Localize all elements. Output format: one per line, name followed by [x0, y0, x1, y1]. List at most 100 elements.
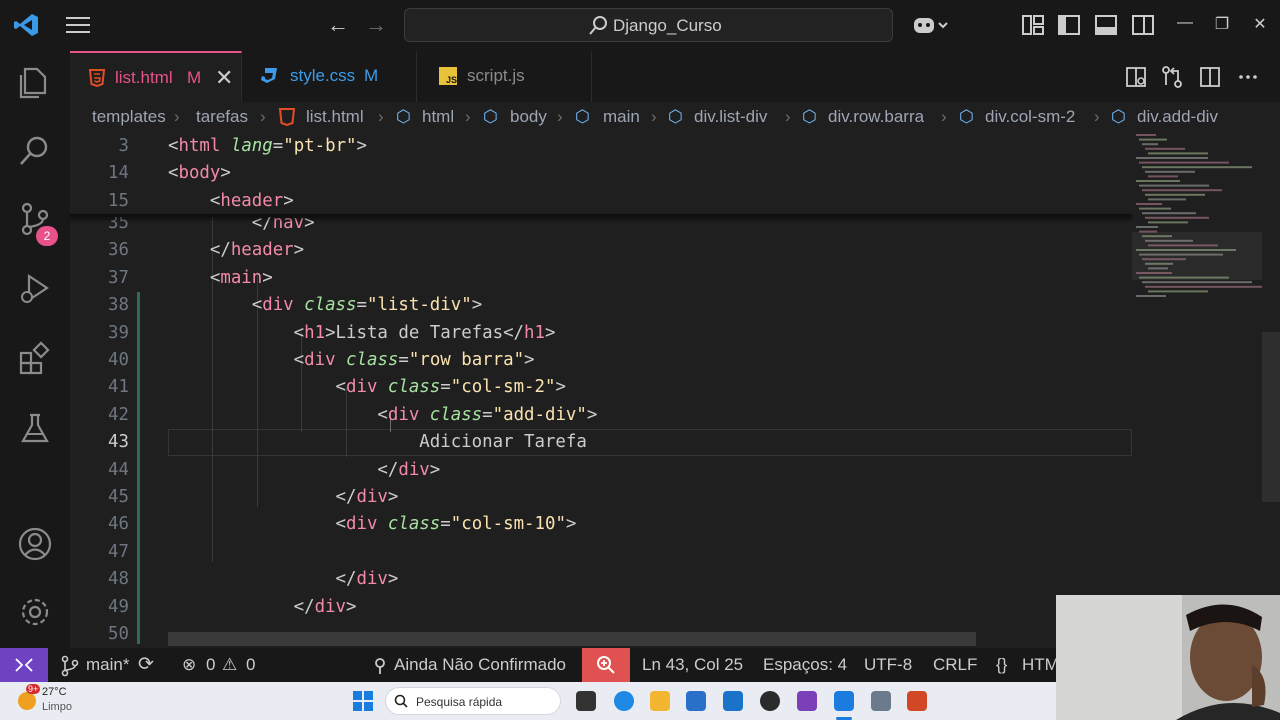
code-line[interactable]: 47: [70, 539, 1132, 566]
code-token: >Lista de Tarefas</: [325, 322, 525, 343]
code-line[interactable]: 36 </header>: [70, 237, 1132, 264]
extensions-icon[interactable]: [17, 341, 53, 377]
task-view-icon[interactable]: [576, 691, 596, 711]
minimap-line: [1139, 230, 1157, 233]
forward-button[interactable]: →: [364, 14, 388, 38]
github-desktop-icon[interactable]: [797, 691, 817, 711]
minimap-line: [1142, 212, 1196, 215]
line-number: 37: [108, 267, 129, 288]
powerpoint-icon[interactable]: [907, 691, 927, 711]
breadcrumb-item[interactable]: div.col-sm-2: [985, 107, 1075, 127]
zoom-indicator[interactable]: [582, 648, 630, 682]
edge-icon[interactable]: [614, 691, 634, 711]
close-tab-icon[interactable]: ✕: [215, 65, 233, 91]
breadcrumb-item[interactable]: html: [422, 107, 454, 127]
commit-status[interactable]: Ainda Não Confirmado: [394, 655, 566, 675]
sync-icon[interactable]: ⟳: [138, 653, 154, 676]
breadcrumb-item[interactable]: list.html: [306, 107, 364, 127]
code-token: =: [398, 350, 409, 370]
search-icon[interactable]: [17, 133, 53, 169]
horizontal-scrollbar[interactable]: [168, 632, 976, 646]
testing-icon[interactable]: [17, 411, 53, 447]
code-line[interactable]: 42 <div class="add-div">: [70, 402, 1132, 429]
file-explorer-icon[interactable]: [650, 691, 670, 711]
remote-indicator[interactable]: [0, 648, 48, 682]
code-line[interactable]: 43 Adicionar Tarefa: [70, 429, 1132, 456]
maximize-button[interactable]: ❐: [1212, 14, 1232, 34]
code-line[interactable]: 37 <main>: [70, 265, 1132, 292]
menu-icon[interactable]: [64, 13, 92, 37]
code-line[interactable]: 14 <body>: [70, 160, 1132, 188]
minimap-line: [1145, 147, 1185, 150]
code-line[interactable]: 3 <html lang="pt-br">: [70, 133, 1132, 160]
tab-list-html[interactable]: list.html M ✕: [70, 51, 242, 102]
code-line[interactable]: 49 </div>: [70, 594, 1132, 621]
vscode-logo-icon[interactable]: [12, 11, 40, 39]
store-icon[interactable]: [686, 691, 706, 711]
toggle-secondary-sidebar-icon[interactable]: [1131, 13, 1155, 37]
outlook-icon[interactable]: [723, 691, 743, 711]
code-token: >: [356, 136, 368, 156]
open-changes-icon[interactable]: [1160, 65, 1184, 89]
search-icon: [394, 694, 408, 708]
settings-taskbar-icon[interactable]: [871, 691, 891, 711]
tab-script-js[interactable]: JS script.js: [417, 51, 592, 102]
breadcrumb-item[interactable]: div.add-div: [1137, 107, 1218, 127]
more-actions-icon[interactable]: [1236, 65, 1260, 89]
breadcrumb-item[interactable]: templates: [92, 107, 166, 127]
error-count[interactable]: 0: [206, 655, 215, 675]
encoding[interactable]: UTF-8: [864, 655, 912, 675]
code-line[interactable]: 40 <div class="row barra">: [70, 347, 1132, 374]
settings-gear-icon[interactable]: [17, 594, 53, 630]
code-line[interactable]: 15 <header>: [70, 187, 1132, 215]
code-token: <: [168, 350, 305, 370]
code-line[interactable]: 46 <div class="col-sm-10">: [70, 511, 1132, 538]
code-line[interactable]: 41 <div class="col-sm-2">: [70, 374, 1132, 401]
vertical-scrollbar[interactable]: [1262, 332, 1280, 502]
taskbar-search[interactable]: Pesquisa rápida: [385, 687, 561, 715]
code-token: h1: [304, 322, 326, 343]
warning-count[interactable]: 0: [246, 655, 255, 675]
minimap-line: [1148, 198, 1186, 201]
code-line[interactable]: 38 <div class="list-div">: [70, 292, 1132, 319]
code-line[interactable]: 44 </div>: [70, 457, 1132, 484]
windows-start-icon[interactable]: [352, 690, 374, 712]
breadcrumb-item[interactable]: body: [510, 107, 547, 127]
obs-icon[interactable]: [760, 691, 780, 711]
tab-style-css[interactable]: style.css M: [242, 51, 417, 102]
language-mode[interactable]: HTM: [1022, 655, 1059, 675]
code-line[interactable]: 48 </div>: [70, 566, 1132, 593]
breadcrumb-item[interactable]: tarefas: [196, 107, 248, 127]
errors-icon[interactable]: ⊗: [182, 655, 196, 675]
close-window-button[interactable]: ✕: [1250, 14, 1270, 34]
indentation[interactable]: Espaços: 4: [763, 655, 847, 675]
branch-name[interactable]: main*: [86, 655, 129, 675]
explorer-icon[interactable]: [17, 65, 53, 101]
cursor-position[interactable]: Ln 43, Col 25: [642, 655, 743, 675]
command-center-search[interactable]: Django_Curso: [404, 8, 893, 42]
toggle-panel-icon[interactable]: [1094, 13, 1118, 37]
warning-icon[interactable]: ⚠: [222, 655, 237, 675]
vscode-taskbar-icon[interactable]: [834, 691, 854, 711]
back-button[interactable]: ←: [326, 14, 350, 38]
minimize-button[interactable]: —: [1175, 14, 1195, 32]
minimap[interactable]: [1132, 132, 1262, 648]
code-editor[interactable]: 35 </nav> 36 </header> 37 <main> 38 <div cl…: [70, 132, 1280, 648]
code-line[interactable]: 39 <h1>Lista de Tarefas</h1>: [70, 320, 1132, 347]
split-editor-icon[interactable]: [1198, 65, 1222, 89]
breadcrumb-item[interactable]: div.row.barra: [828, 107, 924, 127]
customize-layout-icon[interactable]: [1021, 13, 1045, 37]
toggle-primary-sidebar-icon[interactable]: [1057, 13, 1081, 37]
run-debug-icon[interactable]: [17, 271, 53, 307]
minimap-line: [1139, 138, 1167, 141]
copilot-icon[interactable]: [912, 13, 948, 37]
open-preview-icon[interactable]: [1124, 65, 1148, 89]
breadcrumb-item[interactable]: main: [603, 107, 640, 127]
breadcrumb-item[interactable]: div.list-div: [694, 107, 767, 127]
code-line[interactable]: 45 </div>: [70, 484, 1132, 511]
code-token: html: [178, 136, 221, 156]
accounts-icon[interactable]: [17, 526, 53, 562]
end-of-line[interactable]: CRLF: [933, 655, 977, 675]
